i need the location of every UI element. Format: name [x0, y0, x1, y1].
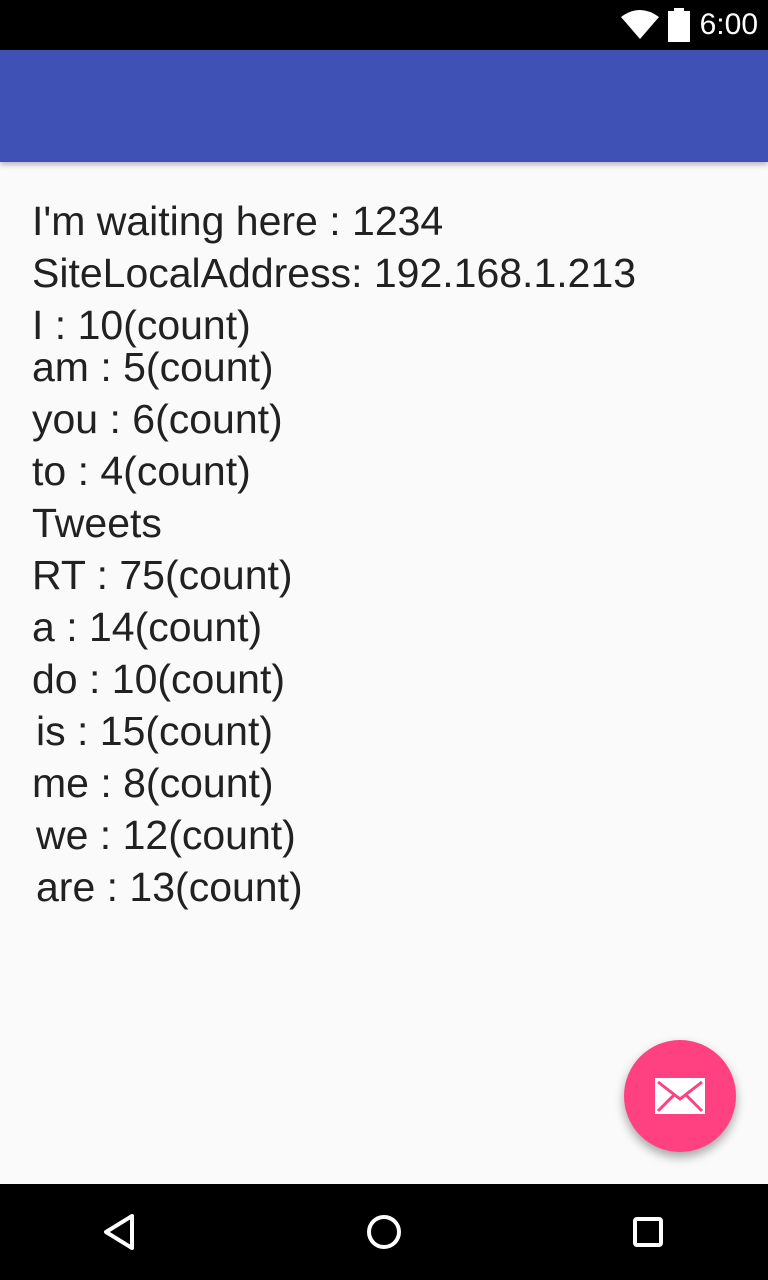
word-count-line: a : 14(count): [32, 604, 263, 650]
home-button[interactable]: [360, 1208, 408, 1256]
word-count-line: me : 8(count): [32, 760, 274, 806]
word-count-line: am : 5(count): [32, 344, 274, 390]
status-time: 6:00: [699, 8, 758, 41]
word-count-line: RT : 75(count): [32, 552, 293, 598]
tweets-heading: Tweets: [32, 500, 162, 546]
status-icons: 6:00: [620, 0, 758, 50]
word-count-line: are : 13(count): [36, 864, 303, 910]
word-count-line: to : 4(count): [32, 448, 251, 494]
mail-icon: [655, 1078, 705, 1114]
word-count-line: you : 6(count): [32, 396, 283, 442]
server-port-line: I'm waiting here : 1234: [32, 198, 444, 244]
back-button[interactable]: [96, 1208, 144, 1256]
home-icon: [367, 1215, 401, 1249]
navigation-bar: [0, 1184, 768, 1280]
mail-fab-button[interactable]: [624, 1040, 736, 1152]
word-count-line: is : 15(count): [36, 708, 273, 754]
recents-button[interactable]: [624, 1208, 672, 1256]
status-bar: 6:00: [0, 0, 768, 50]
wifi-icon: [620, 9, 660, 41]
back-icon: [104, 1214, 134, 1250]
word-count-line: do : 10(count): [32, 656, 285, 702]
recents-icon: [633, 1217, 663, 1247]
word-count-line: we : 12(count): [36, 812, 296, 858]
site-local-address-line: SiteLocalAddress: 192.168.1.213: [32, 250, 637, 296]
app-bar: [0, 50, 768, 162]
battery-icon: [667, 8, 690, 42]
content-text: I'm waiting here : 1234 SiteLocalAddress…: [32, 195, 752, 913]
